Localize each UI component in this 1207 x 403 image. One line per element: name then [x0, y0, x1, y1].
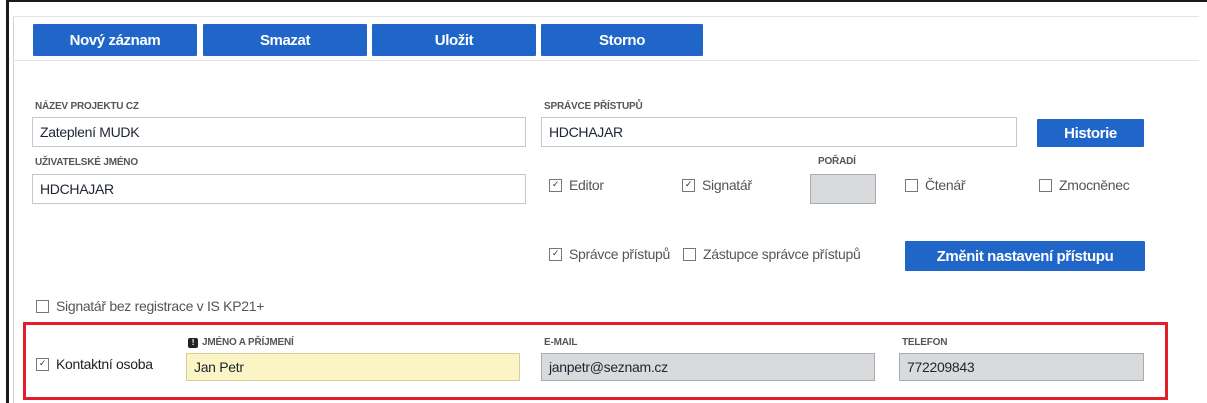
order-field[interactable]: [810, 174, 876, 204]
email-label: E-MAIL: [544, 337, 578, 348]
phone-label: TELEFON: [902, 337, 948, 348]
access-admin-checkbox-label: Správce přístupů: [569, 246, 671, 262]
contact-name-label: JMÉNO A PŘÍJMENÍ: [202, 337, 294, 348]
checkbox-unchecked-icon: [1039, 178, 1052, 192]
signatory-checkbox[interactable]: Signatář: [682, 177, 752, 193]
reader-label: Čtenář: [925, 177, 966, 193]
access-admin-deputy-checkbox[interactable]: Zástupce správce přístupů: [683, 246, 861, 262]
checkbox-unchecked-icon: [683, 247, 696, 261]
order-label: POŘADÍ: [818, 156, 856, 167]
username-field[interactable]: HDCHAJAR: [32, 174, 526, 204]
editor-checkbox[interactable]: Editor: [549, 177, 604, 193]
new-record-button[interactable]: Nový záznam: [33, 24, 197, 56]
contact-person-label: Kontaktní osoba: [56, 356, 153, 372]
required-info-icon: !: [188, 337, 198, 348]
checkbox-unchecked-icon: [36, 299, 49, 313]
cancel-button[interactable]: Storno: [541, 24, 703, 56]
contact-name-field[interactable]: Jan Petr: [186, 353, 520, 381]
window-frame-left: [6, 0, 9, 403]
checkbox-unchecked-icon: [905, 178, 918, 192]
access-admin-field[interactable]: HDCHAJAR: [541, 117, 1017, 147]
change-access-button[interactable]: Změnit nastavení přístupu: [905, 241, 1145, 271]
project-name-field[interactable]: Zateplení MUDK: [32, 117, 526, 147]
signatory-label: Signatář: [702, 177, 752, 193]
project-name-label: NÁZEV PROJEKTU CZ: [35, 101, 139, 112]
checkbox-checked-icon: [36, 357, 49, 371]
contact-person-checkbox[interactable]: Kontaktní osoba: [36, 356, 153, 372]
email-field[interactable]: janpetr@seznam.cz: [541, 353, 875, 381]
window-frame-top: [6, 0, 1207, 2]
proxy-label: Zmocněnec: [1059, 177, 1130, 193]
panel-border-left: [13, 16, 14, 403]
panel-border-top: [13, 16, 1199, 17]
toolbar-divider: [14, 60, 1199, 61]
save-button[interactable]: Uložit: [372, 24, 536, 56]
unregistered-signatory-label: Signatář bez registrace v IS KP21+: [56, 298, 265, 314]
reader-checkbox[interactable]: Čtenář: [905, 177, 966, 193]
delete-button[interactable]: Smazat: [203, 24, 367, 56]
unregistered-signatory-checkbox[interactable]: Signatář bez registrace v IS KP21+: [36, 298, 264, 314]
username-label: UŽIVATELSKÉ JMÉNO: [35, 157, 138, 168]
access-admin-checkbox[interactable]: Správce přístupů: [549, 246, 670, 262]
proxy-checkbox[interactable]: Zmocněnec: [1039, 177, 1130, 193]
contact-name-label-group: ! JMÉNO A PŘÍJMENÍ: [188, 337, 294, 348]
history-button[interactable]: Historie: [1037, 119, 1144, 147]
access-admin-label: SPRÁVCE PŘÍSTUPŮ: [544, 101, 643, 112]
editor-label: Editor: [569, 177, 604, 193]
phone-field[interactable]: 772209843: [899, 353, 1144, 381]
checkbox-checked-icon: [549, 247, 562, 261]
checkbox-checked-icon: [682, 178, 695, 192]
access-admin-deputy-label: Zástupce správce přístupů: [703, 246, 861, 262]
checkbox-checked-icon: [549, 178, 562, 192]
